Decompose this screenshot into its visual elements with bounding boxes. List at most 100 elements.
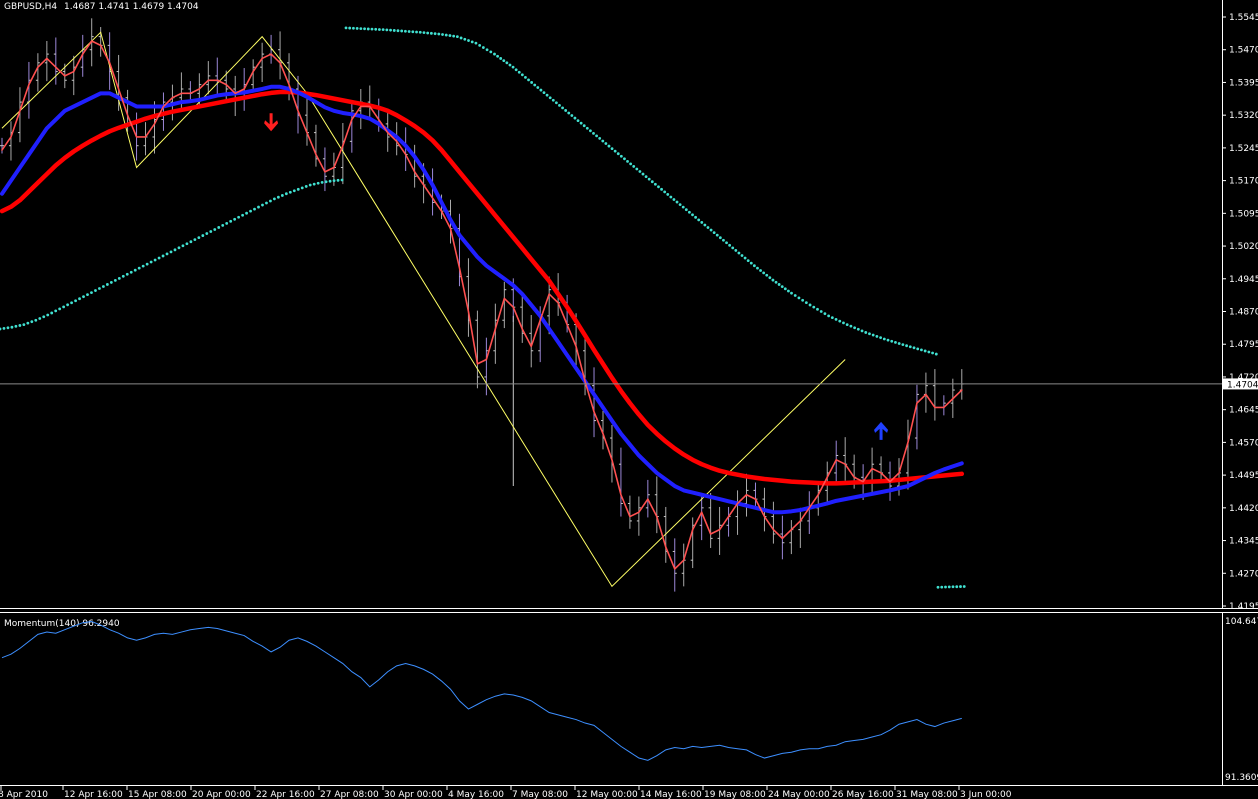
envelope-lower-dot: [940, 585, 944, 589]
envelope-lower-dot: [308, 183, 312, 187]
envelope-upper-dot: [712, 231, 716, 235]
envelope-lower-dot: [257, 205, 260, 209]
envelope-lower-dot: [173, 248, 177, 252]
envelope-upper-dot: [838, 319, 842, 323]
envelope-lower-dot: [316, 181, 320, 185]
envelope-upper-dot: [783, 287, 787, 291]
envelope-upper-dot: [520, 73, 524, 77]
envelope-lower-dot: [209, 230, 213, 233]
envelope-upper-dot: [448, 34, 452, 37]
envelope-lower-dot: [320, 180, 324, 184]
envelope-lower-dot: [273, 197, 276, 201]
envelope-upper-dot: [536, 86, 540, 89]
envelope-lower-dot: [269, 199, 272, 203]
envelope-lower-dot: [288, 190, 292, 194]
envelope-upper-dot: [400, 29, 404, 33]
envelope-upper-dot: [706, 226, 710, 229]
envelope-upper-dot: [548, 96, 552, 100]
time-tick-label: 27 Apr 08:00: [320, 790, 379, 799]
envelope-upper-dot: [355, 27, 359, 30]
envelope-lower-dot: [165, 252, 169, 256]
envelope-upper-dot: [348, 26, 352, 30]
envelope-lower-dot: [213, 228, 217, 231]
envelope-lower-dot: [90, 291, 93, 294]
envelope-lower-dot: [153, 258, 157, 262]
envelope-upper-dot: [499, 57, 503, 60]
envelope-upper-dot: [610, 147, 614, 151]
envelope-upper-dot: [359, 27, 363, 31]
envelope-lower-dot: [86, 293, 89, 297]
envelope-upper-dot: [886, 338, 890, 342]
envelope-upper-dot: [576, 119, 580, 123]
envelope-upper-dot: [905, 344, 908, 348]
envelope-upper-dot: [759, 269, 762, 272]
envelope-upper-dot: [567, 111, 571, 115]
envelope-upper-dot: [752, 264, 756, 268]
envelope-upper-dot: [530, 81, 534, 84]
chart-ohlc: 1.4687 1.4741 1.4679 1.4704: [64, 2, 199, 12]
envelope-upper-dot: [527, 78, 530, 82]
envelope-lower-dot: [280, 194, 284, 197]
envelope-upper-dot: [756, 266, 759, 270]
envelope-lower-dot: [221, 224, 225, 227]
envelope-upper-dot: [849, 324, 853, 328]
envelope-lower-dot: [336, 178, 340, 182]
envelope-upper-dot: [415, 30, 418, 34]
envelope-upper-dot: [819, 310, 823, 313]
envelope-lower-dot: [145, 262, 149, 266]
envelope-upper-dot: [722, 238, 725, 242]
envelope-lower-dot: [161, 254, 165, 258]
envelope-upper-dot: [635, 167, 639, 171]
envelope-upper-dot: [666, 193, 670, 196]
envelope-upper-dot: [426, 31, 430, 35]
envelope-lower-dot: [157, 256, 161, 260]
envelope-upper-dot: [830, 316, 834, 320]
price-tick-label: 1.4270: [1229, 569, 1258, 579]
envelope-lower-dot: [328, 179, 332, 183]
envelope-lower-dot: [324, 180, 328, 184]
envelope-upper-dot: [452, 34, 456, 38]
envelope-upper-dot: [641, 172, 645, 176]
envelope-upper-dot: [681, 205, 685, 209]
envelope-lower-dot: [133, 268, 137, 272]
envelope-lower-dot: [42, 315, 46, 319]
envelope-upper-dot: [728, 243, 732, 247]
envelope-upper-dot: [463, 37, 467, 41]
envelope-lower-dot: [205, 232, 209, 235]
envelope-upper-dot: [749, 261, 753, 265]
envelope-lower-dot: [955, 585, 959, 589]
envelope-lower-dot: [82, 295, 85, 299]
envelope-upper-dot: [545, 93, 549, 97]
envelope-upper-dot: [508, 63, 512, 67]
envelope-lower-dot: [229, 219, 233, 223]
envelope-lower-dot: [245, 211, 248, 215]
envelope-upper-dot: [363, 27, 366, 31]
price-tick-label: 1.4345: [1229, 537, 1258, 547]
envelope-upper-dot: [389, 28, 392, 32]
envelope-upper-dot: [657, 185, 660, 189]
envelope-upper-dot: [554, 101, 558, 105]
price-chart[interactable]: 1.5545 1.5470 1.5395 1.5320 1.5245 1.5170 1.50…: [0, 0, 1258, 799]
momentum-title: Momentum(140) 96.2940: [4, 619, 120, 629]
envelope-lower-dot: [193, 238, 197, 242]
envelope-upper-dot: [441, 33, 444, 36]
envelope-upper-dot: [595, 134, 598, 138]
envelope-lower-dot: [217, 226, 221, 229]
momentum-tick-label: 104.647: [1225, 617, 1258, 627]
envelope-upper-dot: [703, 223, 707, 227]
envelope-lower-dot: [74, 299, 77, 303]
envelope-upper-dot: [793, 294, 797, 297]
envelope-upper-dot: [845, 323, 849, 326]
price-tick-label: 1.5395: [1229, 78, 1258, 88]
time-tick-label: 12 May 00:00: [576, 790, 638, 799]
envelope-upper-dot: [675, 200, 679, 204]
price-tick-label: 1.5245: [1229, 144, 1258, 154]
envelope-upper-dot: [558, 103, 561, 107]
envelope-upper-dot: [700, 221, 704, 224]
envelope-lower-dot: [14, 324, 18, 328]
envelope-lower-dot: [109, 281, 113, 284]
envelope-lower-dot: [105, 283, 109, 286]
time-tick-label: 8 Apr 2010: [0, 790, 48, 799]
envelope-upper-dot: [780, 285, 784, 289]
envelope-lower-dot: [947, 585, 951, 589]
